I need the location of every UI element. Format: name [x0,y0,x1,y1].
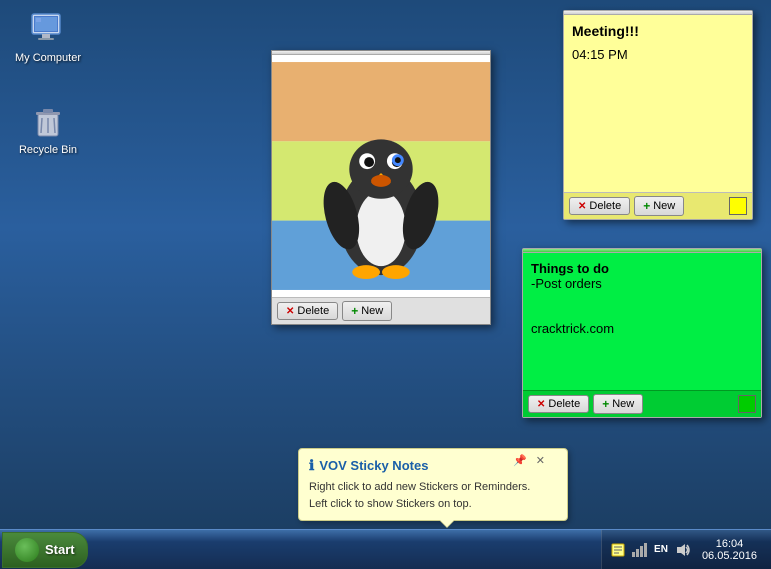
tray-language-icon[interactable]: EN [652,542,670,558]
delete-icon: ✕ [537,399,545,410]
start-orb [15,538,39,562]
note-yellow-delete-button[interactable]: ✕ Delete [569,197,630,215]
note-green-toolbar: ✕ Delete + New [523,390,761,417]
tooltip-line1: Right click to add new Stickers or Remin… [309,479,557,496]
sticky-note-yellow: Meeting!!! 04:15 PM ✕ Delete + New [563,10,753,220]
note-yellow-color-swatch[interactable] [729,197,747,215]
system-tray: EN 16:04 06.05.2016 [601,530,771,569]
penguin-delete-button[interactable]: ✕ Delete [277,302,338,320]
icon-recycle-bin[interactable]: Recycle Bin [8,100,88,156]
sticky-note-green: Things to do -Post orders cracktrick.com… [522,248,762,418]
delete-icon: ✕ [286,306,294,317]
note-yellow-body[interactable]: Meeting!!! 04:15 PM [564,15,752,192]
tray-stickynotes-icon[interactable] [610,542,626,558]
icon-my-computer[interactable]: My Computer [8,8,88,64]
note-green-line1: Things to do [531,261,753,276]
start-button[interactable]: Start [2,532,88,568]
tooltip-popup: ℹ VOV Sticky Notes 📌 ✕ Right click to ad… [298,448,568,521]
new-icon: + [602,397,609,411]
note-yellow-new-button[interactable]: + New [634,196,684,216]
note-green-spacer [531,291,753,321]
note-yellow-line3: 04:15 PM [572,47,744,62]
info-icon: ℹ [309,457,314,474]
computer-icon [28,8,68,48]
clock-date: 06.05.2016 [702,550,757,562]
penguin-image [272,55,490,297]
language-label: EN [654,544,668,555]
delete-icon: ✕ [578,201,586,212]
tooltip-pin-button[interactable]: 📌 [513,454,527,467]
mycomputer-label: My Computer [15,52,81,64]
new-icon: + [351,304,358,318]
note-green-delete-button[interactable]: ✕ Delete [528,395,589,413]
taskbar: Start [0,529,771,569]
tray-network-icon[interactable] [631,542,647,558]
tooltip-arrow-inner [440,520,454,527]
tooltip-line2: Left click to show Stickers on top. [309,496,557,513]
note-green-line5: cracktrick.com [531,321,753,336]
start-label: Start [45,542,75,557]
note-green-line2: -Post orders [531,276,753,291]
recyclebin-icon [28,100,68,140]
new-icon: + [643,199,650,213]
recyclebin-label: Recycle Bin [19,144,77,156]
note-yellow-toolbar: ✕ Delete + New [564,192,752,219]
clock-time: 16:04 [716,538,744,550]
penguin-new-button[interactable]: + New [342,301,392,321]
penguin-window: ✕ Delete + New [271,50,491,325]
note-yellow-line2 [572,39,744,47]
tooltip-text: Right click to add new Stickers or Remin… [309,479,557,512]
penguin-toolbar: ✕ Delete + New [272,297,490,324]
tray-sound-icon[interactable] [675,542,691,558]
note-green-body[interactable]: Things to do -Post orders cracktrick.com [523,253,761,390]
tooltip-close-button[interactable]: ✕ [536,454,545,467]
desktop: My Computer Recycle Bin [0,0,771,569]
note-green-new-button[interactable]: + New [593,394,643,414]
system-clock[interactable]: 16:04 06.05.2016 [696,536,763,564]
note-green-color-swatch[interactable] [738,395,756,413]
note-yellow-line1: Meeting!!! [572,23,744,39]
